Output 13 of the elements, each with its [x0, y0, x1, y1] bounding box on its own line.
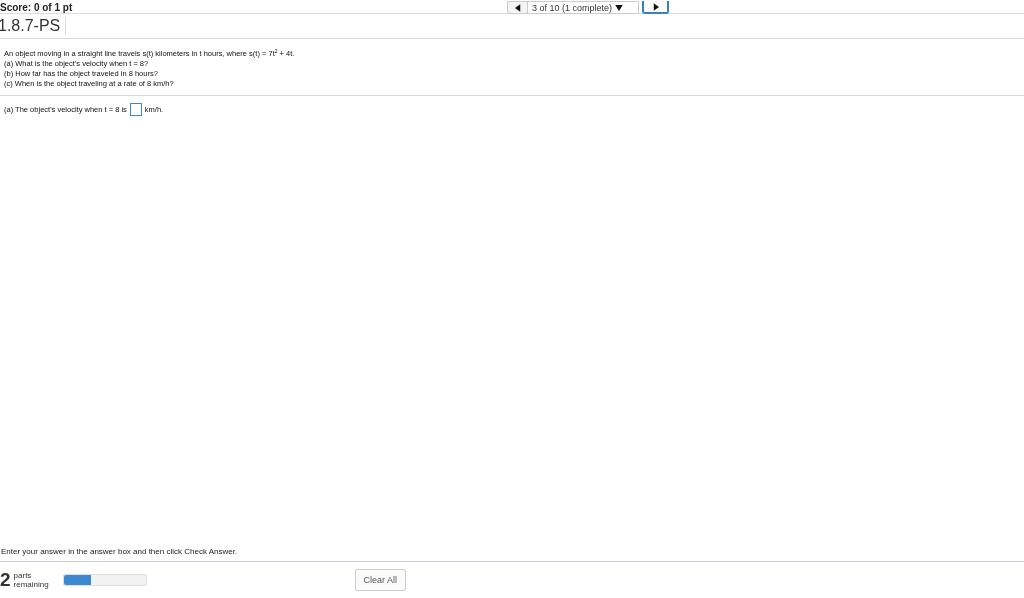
- score-text: Score: 0 of 1 pt: [0, 2, 73, 13]
- instruction-text: Enter your answer in the answer box and then click Check Answer.: [0, 547, 1024, 562]
- clear-all-button[interactable]: Clear All: [354, 569, 407, 591]
- parts-label: parts remaining: [13, 571, 50, 589]
- question-dropdown[interactable]: 3 of 10 (1 complete): [527, 1, 639, 14]
- right-arrow-icon: [652, 2, 659, 11]
- next-button[interactable]: [642, 1, 669, 14]
- answer-box[interactable]: [129, 103, 142, 116]
- question-title: 1.8.7-PS: [0, 17, 67, 35]
- left-arrow-icon: [514, 3, 521, 12]
- previous-button[interactable]: [507, 1, 528, 14]
- caret-icon: [615, 4, 624, 11]
- parts-count: 2: [0, 569, 11, 591]
